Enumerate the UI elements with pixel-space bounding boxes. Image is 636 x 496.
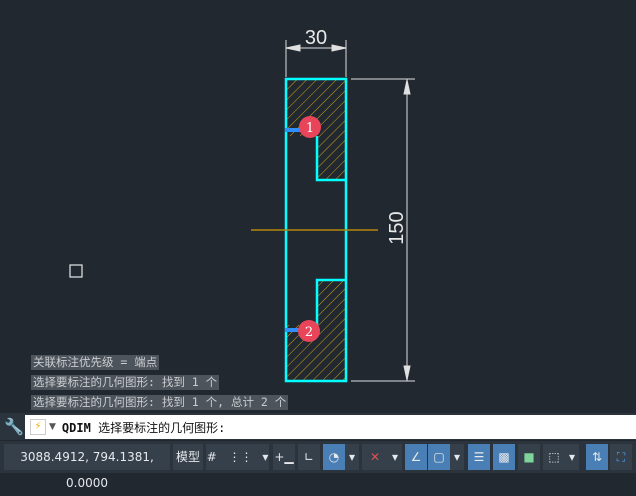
command-line: 🔧 ⚡ ▼ QDIM 选择要标注的几何图形: [0, 413, 636, 440]
history-line: 选择要标注的几何图形: 找到 1 个 [31, 375, 220, 390]
lineweight-icon[interactable]: ☰ [468, 444, 490, 470]
dim-height-text: 150 [386, 211, 408, 244]
command-input[interactable]: ⚡ ▼ QDIM 选择要标注的几何图形: [25, 415, 636, 439]
grid-icon[interactable]: # [207, 450, 217, 464]
selection-filter-icon[interactable]: ⛶ [610, 444, 632, 470]
history-line: 关联标注优先级 = 端点 [31, 355, 160, 370]
status-bar: 3088.4912, 794.1381, 0.0000 模型 # ⋮⋮ ▾ +▁… [0, 441, 636, 490]
marker-2-label: 2 [305, 325, 313, 340]
chevron-down-icon[interactable]: ▾ [345, 444, 359, 470]
marker-1-label: 1 [306, 121, 314, 136]
chevron-down-icon[interactable]: ▼ [49, 422, 56, 432]
object-snap-icon[interactable]: ▢ [428, 444, 450, 470]
chevron-down-icon[interactable]: ▾ [262, 450, 268, 464]
history-line: 选择要标注的几何图形: 找到 1 个, 总计 2 个 [31, 395, 289, 410]
chevron-down-icon[interactable]: ▾ [565, 444, 579, 470]
command-name: QDIM [61, 420, 91, 435]
chevron-down-icon[interactable]: ▾ [388, 444, 402, 470]
model-button[interactable]: 模型 [173, 444, 203, 470]
selection-cycling-icon[interactable]: ■ [518, 444, 540, 470]
drawing-canvas[interactable]: 30 150 1 2 [0, 0, 636, 413]
polar-tracking-icon[interactable]: ◔ [323, 444, 345, 470]
infer-constraints-icon[interactable]: +▁ [273, 444, 295, 470]
snap-icon[interactable]: ⋮⋮ [229, 450, 253, 464]
command-prompt: 选择要标注的几何图形: [98, 420, 226, 435]
command-icon[interactable]: ⚡ [30, 419, 46, 435]
object-snap-tracking-icon[interactable]: ∠ [405, 444, 427, 470]
chevron-down-icon[interactable]: ▾ [450, 444, 464, 470]
coordinates-readout[interactable]: 3088.4912, 794.1381, 0.0000 [4, 444, 170, 490]
isometric-icon[interactable]: ✕ [362, 444, 388, 470]
dim-width-text: 30 [305, 27, 327, 49]
ortho-icon[interactable]: ∟ [298, 444, 320, 470]
cursor-pickbox [69, 264, 83, 278]
grid-snap-group: # ⋮⋮ ▾ [206, 444, 269, 470]
wrench-icon[interactable]: 🔧 [4, 417, 24, 436]
dynamic-ucs-icon[interactable]: ⇅ [586, 444, 608, 470]
3d-osnap-icon[interactable]: ⬚ [543, 444, 565, 470]
transparency-icon[interactable]: ▩ [493, 444, 515, 470]
